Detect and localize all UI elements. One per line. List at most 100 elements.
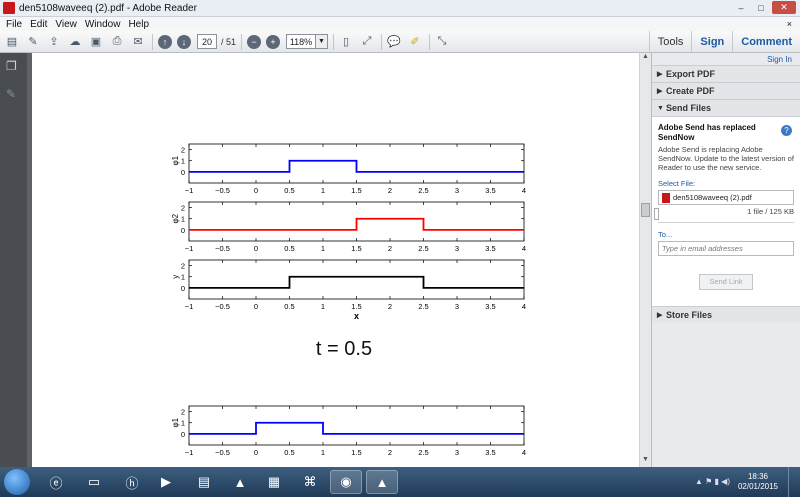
previous-page-icon[interactable]: ↑ xyxy=(158,34,172,49)
y-tick-label: 0 xyxy=(181,226,185,235)
store-files-label: Store Files xyxy=(666,310,713,320)
x-tick-label: 1 xyxy=(321,244,325,253)
x-tick-label: 3 xyxy=(455,448,459,457)
close-button[interactable]: ✕ xyxy=(772,1,796,14)
create-pdf-label: Create PDF xyxy=(666,86,715,96)
chrome-icon[interactable]: ◉ xyxy=(330,470,362,494)
share-icon[interactable]: ⇪ xyxy=(45,34,63,50)
x-tick-label: 0 xyxy=(254,448,258,457)
x-tick-label: 3.5 xyxy=(485,186,495,195)
tab-tools[interactable]: Tools xyxy=(648,31,692,53)
selected-file[interactable]: den5108waveeq (2).pdf xyxy=(658,190,794,205)
y-axis-label: φ1 xyxy=(171,417,180,427)
minimize-button[interactable]: – xyxy=(732,1,750,14)
system-tray[interactable]: ▲ ⚑ ▮ ◀) xyxy=(695,477,730,486)
x-tick-label: 2 xyxy=(388,244,392,253)
divider xyxy=(658,222,794,223)
x-tick-label: −1 xyxy=(185,302,194,311)
network-icon[interactable]: ⌘ xyxy=(294,470,326,494)
page-number-input[interactable]: 20 xyxy=(197,34,217,49)
y-tick-label: 1 xyxy=(181,419,185,428)
y-tick-label: 1 xyxy=(181,273,185,282)
store-files-section[interactable]: ▶ Store Files xyxy=(652,306,800,323)
panel-resize-handle[interactable] xyxy=(654,208,659,220)
y-axis-label: y xyxy=(171,275,180,279)
y-tick-label: 0 xyxy=(181,168,185,177)
send-link-button[interactable]: Send Link xyxy=(699,274,753,290)
clock[interactable]: 18:36 02/01/2015 xyxy=(738,472,778,492)
x-tick-label: 2.5 xyxy=(418,244,428,253)
y-axis-label: φ1 xyxy=(171,155,180,165)
save-icon[interactable]: ▣ xyxy=(87,34,105,50)
scroll-up-icon[interactable]: ▲ xyxy=(640,53,651,64)
vertical-scrollbar[interactable]: ▲ ▼ xyxy=(639,53,651,467)
open-icon[interactable]: ▤ xyxy=(3,34,21,50)
sign-in-link[interactable]: Sign In xyxy=(652,53,800,65)
zoom-input[interactable]: 118% xyxy=(286,34,317,49)
email-input[interactable]: Type in email addresses xyxy=(658,241,794,256)
hp-icon[interactable]: ⓗ xyxy=(116,470,148,494)
menu-window[interactable]: Window xyxy=(85,19,121,30)
y-tick-label: 2 xyxy=(181,146,185,155)
attachment-icon[interactable]: ✎ xyxy=(6,87,20,101)
print-icon[interactable]: ⎙ xyxy=(108,34,126,50)
task-tabs: Tools Sign Comment xyxy=(648,31,800,53)
export-pdf-label: Export PDF xyxy=(666,69,716,79)
create-pdf-section[interactable]: ▶ Create PDF xyxy=(652,82,800,99)
export-pdf-section[interactable]: ▶ Export PDF xyxy=(652,65,800,82)
x-tick-label: −1 xyxy=(185,448,194,457)
x-tick-label: 1 xyxy=(321,448,325,457)
menu-view[interactable]: View xyxy=(55,19,77,30)
email-icon[interactable]: ✉ xyxy=(129,34,147,50)
media-player-icon[interactable]: ▶ xyxy=(150,470,182,494)
fit-page-icon[interactable]: ▯ xyxy=(337,34,355,50)
y-tick-label: 1 xyxy=(181,215,185,224)
plot-frame xyxy=(188,405,525,446)
toolbar-separator xyxy=(429,33,431,50)
send-files-section[interactable]: ▼ Send Files xyxy=(652,99,800,116)
folder-icon[interactable]: ▤ xyxy=(188,470,220,494)
zoom-out-icon[interactable]: − xyxy=(247,34,262,49)
help-icon[interactable]: ? xyxy=(781,125,792,136)
pdf-file-icon xyxy=(662,192,670,203)
chevron-down-icon[interactable]: ▼ xyxy=(316,34,329,49)
chevron-right-icon: ▶ xyxy=(657,71,663,78)
page-thumbnails-icon[interactable]: ❐ xyxy=(6,59,20,73)
menu-file[interactable]: File xyxy=(6,19,22,30)
series-line xyxy=(189,217,524,231)
fullscreen-icon[interactable]: ⤡ xyxy=(433,34,451,50)
adobe-reader-icon[interactable]: ▲ xyxy=(366,470,398,494)
show-desktop-button[interactable] xyxy=(788,467,800,497)
x-tick-label: 4 xyxy=(522,448,526,457)
menu-edit[interactable]: Edit xyxy=(30,19,47,30)
x-tick-label: −0.5 xyxy=(215,244,230,253)
fit-width-icon[interactable]: ⤢ xyxy=(358,34,376,50)
notes-icon[interactable]: ▦ xyxy=(258,470,290,494)
menu-help[interactable]: Help xyxy=(128,19,149,30)
close-document-button[interactable]: × xyxy=(787,19,792,29)
tab-comment[interactable]: Comment xyxy=(732,31,800,53)
menu-bar: File Edit View Window Help × xyxy=(0,17,800,31)
highlight-icon[interactable]: ✐ xyxy=(406,34,424,50)
maximize-button[interactable]: □ xyxy=(752,1,770,14)
zoom-in-icon[interactable]: + xyxy=(266,34,281,49)
x-tick-label: 0.5 xyxy=(284,302,294,311)
file-name: den5108waveeq (2).pdf xyxy=(673,193,752,202)
chevron-right-icon: ▶ xyxy=(657,88,663,95)
x-tick-label: 2.5 xyxy=(418,448,428,457)
create-pdf-icon[interactable]: ✎ xyxy=(24,34,42,50)
vlc-icon[interactable]: ▲ xyxy=(224,470,256,494)
comment-icon[interactable]: 💬 xyxy=(385,34,403,50)
scroll-down-icon[interactable]: ▼ xyxy=(640,456,651,467)
next-page-icon[interactable]: ↓ xyxy=(177,34,191,49)
x-tick-label: −1 xyxy=(185,186,194,195)
cloud-icon[interactable]: ☁ xyxy=(66,34,84,50)
internet-explorer-icon[interactable]: ⓔ xyxy=(40,470,72,494)
tab-sign[interactable]: Sign xyxy=(691,31,732,53)
explorer-icon[interactable]: ▭ xyxy=(78,470,110,494)
x-tick-label: 4 xyxy=(522,186,526,195)
y-tick-label: 1 xyxy=(181,157,185,166)
start-button[interactable] xyxy=(4,469,30,495)
scroll-thumb[interactable] xyxy=(641,203,650,217)
x-tick-label: 2 xyxy=(388,448,392,457)
